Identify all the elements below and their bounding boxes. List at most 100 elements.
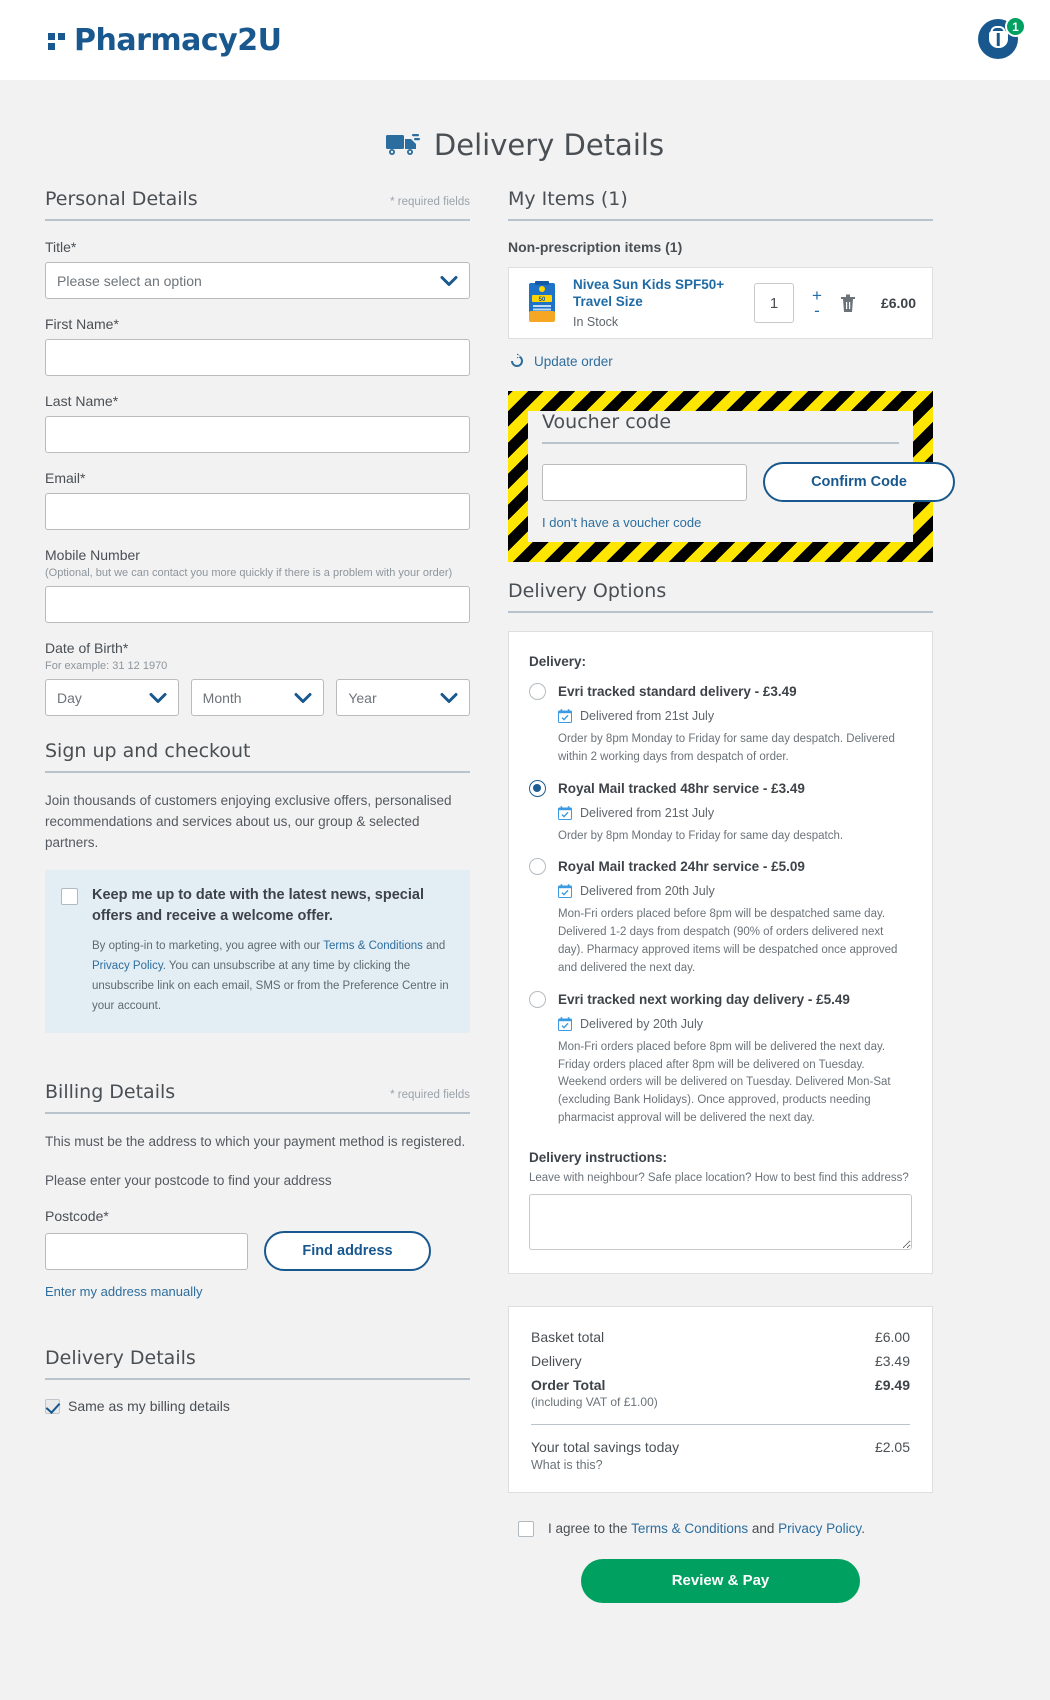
review-and-pay-button[interactable]: Review & Pay [581, 1558, 860, 1603]
delivery-option-rm-48hr[interactable]: Royal Mail tracked 48hr service - £3.49 … [529, 779, 912, 846]
enter-address-manually-link[interactable]: Enter my address manually [45, 1284, 470, 1299]
delivery-instructions-input[interactable] [529, 1193, 912, 1250]
delivery-truck-icon [385, 134, 420, 155]
savings-label: Your total savings today [531, 1438, 680, 1455]
voucher-row: Confirm Code [542, 462, 955, 502]
cart-button[interactable]: 1 [978, 16, 1026, 61]
delivery-date-row-3: Delivered by 20th July [558, 1017, 912, 1031]
calendar-icon [558, 1016, 572, 1031]
dob-day-select[interactable] [45, 679, 179, 716]
marketing-terms-link[interactable]: Terms & Conditions [323, 940, 423, 952]
my-items-header: My Items (1) [508, 188, 933, 221]
title-select[interactable] [45, 262, 470, 299]
delivery-details-header: Delivery Details [45, 1347, 470, 1381]
delivery-desc-3: Mon-Fri orders placed before 8pm will be… [558, 1040, 891, 1124]
dob-year-select[interactable] [336, 679, 471, 716]
last-name-label: Last Name* [45, 393, 119, 409]
billing-details-header: Billing Details * required fields [45, 1081, 470, 1115]
same-as-billing-checkbox[interactable] [45, 1398, 60, 1414]
last-name-input[interactable] [45, 416, 470, 453]
no-voucher-link[interactable]: I don't have a voucher code [542, 515, 899, 530]
agree-terms-checkbox[interactable] [518, 1520, 534, 1537]
signup-intro: Join thousands of customers enjoying exc… [45, 793, 452, 850]
update-order-label: Update order [534, 353, 613, 369]
quantity-decrease-button[interactable]: - [814, 302, 820, 319]
find-address-button[interactable]: Find address [264, 1231, 431, 1272]
delivery-option-evri-standard[interactable]: Evri tracked standard delivery - £3.49 D… [529, 683, 912, 767]
what-is-this-link[interactable]: What is this? [531, 1458, 910, 1472]
refresh-icon [511, 353, 523, 367]
delivery-options-card: Delivery: Evri tracked standard delivery… [508, 631, 933, 1274]
delivery-desc-0: Order by 8pm Monday to Friday for same d… [558, 733, 895, 763]
pharmacy2u-logo[interactable]: Pharmacy2U [48, 23, 282, 58]
marketing-legal-1: By opting-in to marketing, you agree wit… [92, 939, 324, 952]
quantity-stepper[interactable]: + - [808, 287, 826, 319]
dob-month-select[interactable] [190, 679, 325, 716]
checkout-page: Pharmacy2U 1 Delivery Details Personal D… [0, 0, 1050, 1700]
product-thumbnail: 50 [529, 281, 555, 322]
marketing-legal-2: and [422, 939, 446, 952]
page-title: Delivery Details [0, 80, 1050, 188]
delivery-options-header: Delivery Options [508, 580, 933, 613]
first-name-field: First Name* [45, 316, 470, 376]
table-row: 50 Nivea Sun Kids SPF50+ Travel Size In … [508, 267, 933, 339]
confirm-code-button[interactable]: Confirm Code [763, 462, 955, 502]
delivery-details-heading: Delivery Details [45, 1347, 196, 1370]
dob-field: Date of Birth* For example: 31 12 1970 [45, 640, 471, 716]
billing-required-note: * required fields [390, 1089, 470, 1102]
delivery-option-title-2: Royal Mail tracked 24hr service - £5.09 [558, 859, 805, 875]
marketing-checkbox[interactable] [61, 887, 78, 905]
delivery-desc-1: Order by 8pm Monday to Friday for same d… [558, 829, 844, 842]
delivery-option-title-0: Evri tracked standard delivery - £3.49 [558, 684, 797, 699]
delivery-date-3: Delivered by 20th July [580, 1016, 703, 1031]
voucher-heading: Voucher code [542, 411, 672, 433]
same-as-billing-row[interactable]: Same as my billing details [45, 1398, 470, 1414]
footer-terms-link[interactable]: Terms & Conditions [631, 1521, 748, 1536]
delivery-radio-3[interactable] [529, 990, 546, 1008]
update-order-button[interactable]: Update order [508, 353, 933, 369]
non-prescription-subheading: Non-prescription items (1) [508, 239, 683, 255]
delivery-date-1: Delivered from 21st July [580, 805, 715, 820]
delivery-radio-0[interactable] [529, 683, 546, 700]
footer-privacy-link[interactable]: Privacy Policy [778, 1521, 861, 1536]
basket-total-row: Basket total £6.00 [531, 1329, 910, 1345]
delivery-option-evri-next-day[interactable]: Evri tracked next working day delivery -… [529, 990, 912, 1128]
postcode-input[interactable] [45, 1232, 248, 1270]
order-summary-card: Basket total £6.00 Delivery £3.49 Order … [508, 1305, 933, 1493]
quantity-input[interactable]: 1 [754, 283, 794, 323]
delivery-radio-1[interactable] [529, 779, 546, 797]
last-name-field: Last Name* [45, 393, 470, 453]
voucher-code-input[interactable] [542, 463, 747, 501]
first-name-input[interactable] [45, 339, 470, 376]
mobile-field: Mobile Number (Optional, but we can cont… [45, 547, 470, 623]
delete-item-icon[interactable] [840, 294, 856, 313]
delivery-date-0: Delivered from 21st July [580, 709, 715, 723]
totals-divider [531, 1423, 910, 1425]
agree-terms-text: I agree to the Terms & Conditions and Pr… [548, 1521, 865, 1536]
marketing-privacy-link[interactable]: Privacy Policy [92, 960, 163, 972]
required-fields-note: * required fields [390, 196, 470, 208]
calendar-icon [558, 709, 572, 723]
delivery-instructions-hint: Leave with neighbour? Safe place locatio… [529, 1171, 909, 1184]
email-field: Email* [45, 470, 470, 530]
agree-text-2: and [748, 1521, 779, 1537]
marketing-optin-box[interactable]: Keep me up to date with the latest news,… [45, 869, 470, 1034]
delivery-group-label: Delivery: [529, 654, 587, 669]
title-field: Title* [45, 239, 470, 299]
email-input[interactable] [45, 493, 470, 530]
item-price: £6.00 [880, 295, 916, 311]
cart-count-badge: 1 [1005, 16, 1026, 37]
mobile-hint: (Optional, but we can contact you more q… [45, 567, 453, 579]
order-total-label: Order Total [531, 1376, 606, 1393]
basket-total-label: Basket total [531, 1328, 605, 1345]
mobile-input[interactable] [45, 586, 470, 623]
personal-details-heading: Personal Details [45, 188, 198, 210]
order-total-value: £9.49 [874, 1376, 910, 1393]
site-header: Pharmacy2U 1 [0, 0, 1050, 80]
delivery-option-rm-24hr[interactable]: Royal Mail tracked 24hr service - £5.09 … [529, 858, 912, 977]
product-name[interactable]: Nivea Sun Kids SPF50+ Travel Size [573, 277, 740, 311]
delivery-total-label: Delivery [531, 1352, 582, 1369]
agree-terms-row[interactable]: I agree to the Terms & Conditions and Pr… [508, 1520, 933, 1537]
delivery-radio-2[interactable] [529, 858, 546, 876]
savings-value: £2.05 [874, 1438, 910, 1455]
